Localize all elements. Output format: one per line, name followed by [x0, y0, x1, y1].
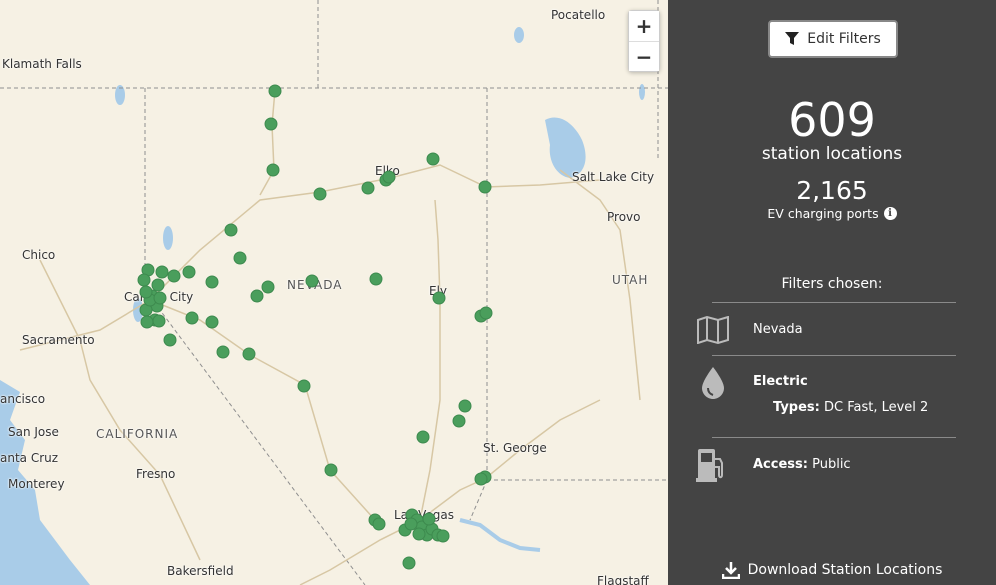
station-marker[interactable] — [140, 315, 154, 329]
station-marker[interactable] — [305, 274, 319, 288]
station-marker[interactable] — [137, 273, 151, 287]
map-view[interactable]: Pocatello Klamath Falls Elko Salt Lake C… — [0, 0, 668, 585]
station-marker[interactable] — [185, 311, 199, 325]
station-marker[interactable] — [153, 291, 167, 305]
station-marker[interactable] — [152, 314, 166, 328]
fuel-filter-value: Electric — [753, 374, 808, 389]
station-marker[interactable] — [412, 527, 426, 541]
station-marker[interactable] — [268, 84, 282, 98]
map-icon — [697, 316, 729, 344]
station-marker[interactable] — [242, 347, 256, 361]
edit-filters-label: Edit Filters — [807, 31, 881, 47]
station-marker[interactable] — [139, 285, 153, 299]
station-marker[interactable] — [478, 180, 492, 194]
station-count-label: station locations — [761, 144, 903, 164]
station-marker[interactable] — [313, 187, 327, 201]
zoom-control: + − — [628, 10, 660, 72]
station-marker[interactable] — [426, 152, 440, 166]
station-marker[interactable] — [422, 512, 436, 526]
station-marker[interactable] — [266, 163, 280, 177]
station-marker[interactable] — [372, 517, 386, 531]
station-marker[interactable] — [155, 265, 169, 279]
state-filter-value: Nevada — [753, 322, 803, 337]
station-markers — [137, 84, 493, 570]
station-marker[interactable] — [261, 280, 275, 294]
station-marker[interactable] — [224, 223, 238, 237]
download-link[interactable]: Download Station Locations — [668, 561, 996, 579]
results-panel: Edit Filters 609 station locations 2,165… — [668, 0, 996, 585]
divider — [712, 437, 956, 438]
station-marker[interactable] — [436, 529, 450, 543]
station-marker[interactable] — [404, 517, 418, 531]
station-marker[interactable] — [474, 472, 488, 486]
access-row: Access: Public — [753, 457, 851, 472]
station-marker[interactable] — [402, 556, 416, 570]
station-marker[interactable] — [416, 430, 430, 444]
station-marker[interactable] — [369, 272, 383, 286]
station-marker[interactable] — [452, 414, 466, 428]
station-marker[interactable] — [163, 333, 177, 347]
station-marker[interactable] — [151, 278, 165, 292]
info-icon[interactable]: i — [883, 207, 897, 220]
station-marker[interactable] — [167, 269, 181, 283]
filters-title: Filters chosen: — [781, 276, 883, 292]
zoom-in-button[interactable]: + — [629, 11, 659, 41]
station-marker[interactable] — [205, 315, 219, 329]
station-marker[interactable] — [233, 251, 247, 265]
port-count-label: EV charging ports — [767, 206, 879, 221]
station-marker[interactable] — [216, 345, 230, 359]
station-marker[interactable] — [458, 399, 472, 413]
download-icon — [721, 562, 740, 579]
divider — [712, 302, 956, 303]
station-marker[interactable] — [479, 306, 493, 320]
drop-icon — [702, 367, 724, 399]
zoom-out-button[interactable]: − — [629, 41, 659, 71]
filter-icon — [785, 32, 800, 45]
fuel-pump-icon — [696, 449, 723, 482]
types-row: Types: DC Fast, Level 2 — [773, 400, 928, 415]
station-marker[interactable] — [264, 117, 278, 131]
station-marker[interactable] — [250, 289, 264, 303]
access-value: Public — [812, 457, 851, 472]
divider — [712, 355, 956, 356]
station-marker[interactable] — [382, 170, 396, 184]
station-marker[interactable] — [361, 181, 375, 195]
types-label: Types: — [773, 400, 820, 415]
port-count: 2,165 — [796, 176, 868, 205]
access-label: Access: — [753, 457, 808, 472]
station-marker[interactable] — [182, 265, 196, 279]
port-count-row: EV charging ports i — [668, 206, 996, 221]
edit-filters-button[interactable]: Edit Filters — [768, 20, 898, 58]
types-value: DC Fast, Level 2 — [824, 400, 929, 415]
station-marker[interactable] — [324, 463, 338, 477]
station-count: 609 — [788, 93, 876, 147]
station-marker[interactable] — [205, 275, 219, 289]
station-marker[interactable] — [432, 291, 446, 305]
station-marker[interactable] — [297, 379, 311, 393]
download-label: Download Station Locations — [747, 562, 943, 578]
